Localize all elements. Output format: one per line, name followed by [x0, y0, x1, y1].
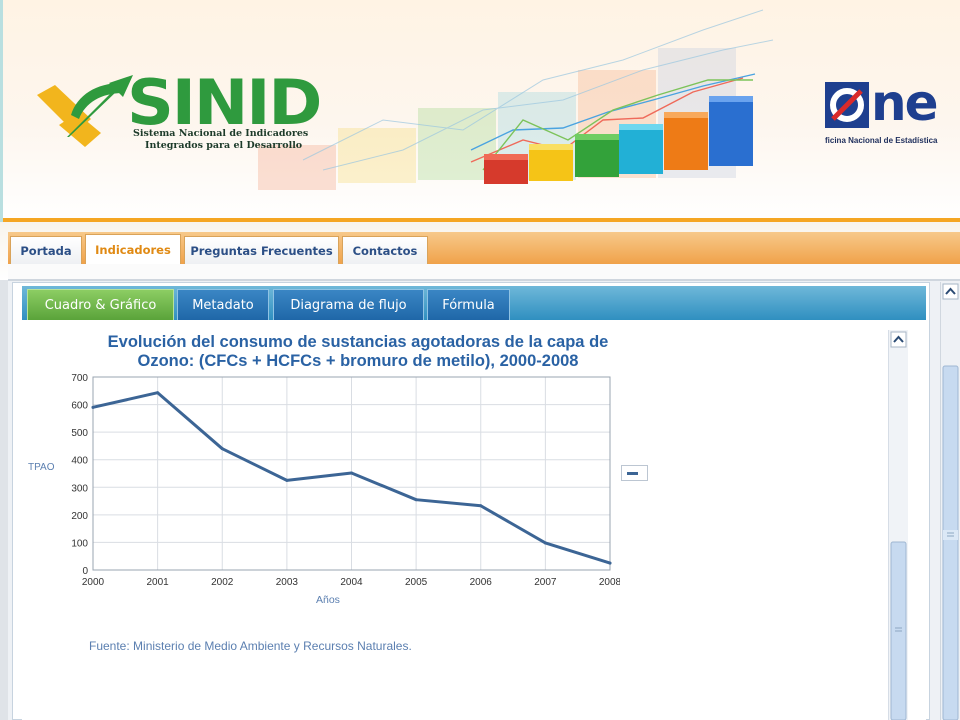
- data-point: [285, 478, 289, 482]
- data-point: [220, 447, 224, 451]
- line-chart: 0 100 200 300 400 500 600 700 2000 2001 2002 2003 20…: [71, 373, 620, 588]
- x-tick-label: 2001: [147, 577, 170, 588]
- tab-cuadro-grafico[interactable]: Cuadro & Gráfico: [27, 289, 174, 320]
- data-point: [91, 405, 95, 409]
- nav-tab-contactos[interactable]: Contactos: [342, 236, 428, 264]
- x-axis-label: Años: [316, 594, 340, 606]
- y-tick-label: 400: [71, 456, 88, 467]
- nav-tab-preguntas-frecuentes[interactable]: Preguntas Frecuentes: [184, 236, 339, 264]
- x-tick-label: 2007: [534, 577, 557, 588]
- y-tick-label: 300: [71, 483, 88, 494]
- sinid-subtitle-line2: Integrados para el Desarrollo: [145, 140, 303, 151]
- data-point: [543, 541, 547, 545]
- inner-scrollbar[interactable]: [888, 330, 908, 720]
- one-logo-subtitle: ficina Nacional de Estadística: [825, 136, 938, 145]
- y-tick-label: 700: [71, 373, 88, 384]
- outer-scrollbar-graphic: [942, 283, 959, 720]
- y-tick-label: 200: [71, 511, 88, 522]
- x-tick-label: 2006: [470, 577, 493, 588]
- tab-metadato[interactable]: Metadato: [177, 289, 269, 320]
- chart-legend: [621, 465, 648, 481]
- data-point: [156, 391, 160, 395]
- x-tick-label: 2004: [340, 577, 363, 588]
- tab-formula[interactable]: Fórmula: [427, 289, 510, 320]
- one-logo-text: ne: [871, 74, 939, 132]
- nav-tab-indicadores[interactable]: Indicadores: [85, 234, 181, 264]
- data-point: [608, 561, 612, 565]
- nav-tab-portada[interactable]: Portada: [10, 236, 82, 264]
- y-tick-label: 100: [71, 538, 88, 549]
- data-point: [479, 504, 483, 508]
- sinid-logo-subtitle: Sistema Nacional de Indicadores Integrad…: [133, 128, 308, 152]
- inner-scrollbar-graphic: [890, 331, 907, 720]
- x-tick-label: 2003: [276, 577, 299, 588]
- source-note: Fuente: Ministerio de Medio Ambiente y R…: [89, 639, 412, 653]
- nav-underline: [8, 264, 960, 280]
- x-tick-label: 2005: [405, 577, 428, 588]
- sinid-subtitle-line1: Sistema Nacional de Indicadores: [133, 128, 309, 139]
- header-banner: SINID Sistema Nacional de Indicadores In…: [0, 0, 960, 222]
- x-tick-label: 2000: [82, 577, 105, 588]
- y-tick-label: 500: [71, 428, 88, 439]
- data-point: [414, 498, 418, 502]
- sinid-logo-text: SINID: [127, 66, 322, 139]
- x-tick-label: 2002: [211, 577, 234, 588]
- one-logo-icon: [825, 82, 869, 128]
- x-tick-label: 2008: [599, 577, 620, 588]
- y-tick-label: 600: [71, 401, 88, 412]
- y-axis-label: TPAO: [28, 462, 55, 473]
- outer-scrollbar[interactable]: [940, 282, 960, 720]
- tab-diagrama-de-flujo[interactable]: Diagrama de flujo: [273, 289, 424, 320]
- chart-title-line1: Evolución del consumo de sustancias agot…: [107, 333, 609, 351]
- legend-swatch: [627, 472, 638, 475]
- y-tick-label: 0: [82, 566, 88, 577]
- data-point: [350, 471, 353, 475]
